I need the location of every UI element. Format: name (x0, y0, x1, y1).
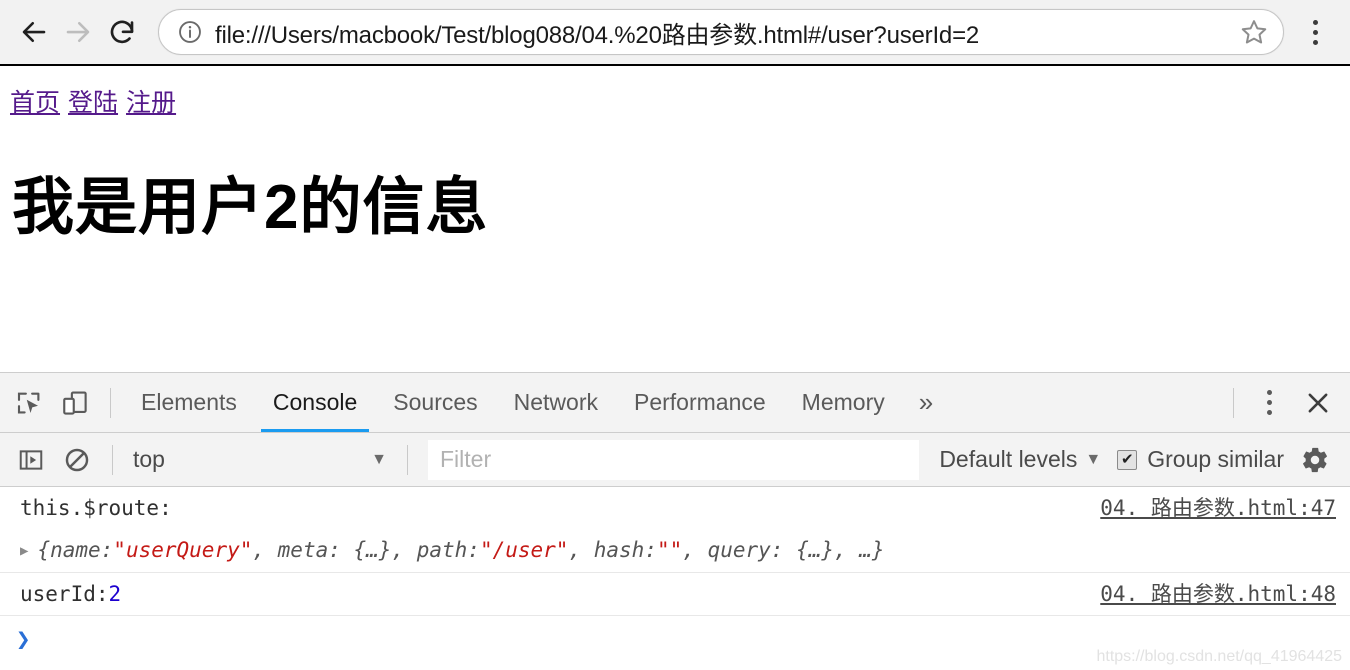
url-text[interactable]: file:///Users/macbook/Test/blog088/04.%2… (215, 15, 1229, 50)
log-levels-dropdown[interactable]: Default levels ▼ (927, 446, 1113, 473)
toolbar-divider (407, 444, 408, 475)
tab-console[interactable]: Console (255, 374, 375, 432)
expand-triangle-icon[interactable]: ▶ (20, 541, 28, 561)
object-part: , hash: (568, 538, 657, 563)
address-bar[interactable]: file:///Users/macbook/Test/blog088/04.%2… (158, 9, 1284, 55)
console-message-list[interactable]: this.$route: 04. 路由参数.html:47 ▶ {name: "… (0, 487, 1350, 670)
filter-input[interactable] (428, 439, 920, 480)
nav-link-login[interactable]: 登陆 (68, 89, 118, 117)
page-title: 我是用户2的信息 (12, 173, 489, 242)
toolbar-divider (112, 444, 113, 475)
forward-button (56, 10, 100, 54)
device-toolbar-icon[interactable] (52, 380, 98, 426)
object-part: "/user" (479, 538, 569, 563)
tab-label: Network (513, 389, 598, 415)
source-link[interactable]: 04. 路由参数.html:48 (1100, 579, 1336, 609)
reload-button[interactable] (100, 10, 144, 54)
group-similar-checkbox[interactable]: ✔ (1117, 449, 1138, 470)
console-toolbar: top ▼ Default levels ▼ ✔ Group similar (0, 433, 1350, 487)
tab-performance[interactable]: Performance (616, 374, 784, 432)
console-message-group: userId: 2 04. 路由参数.html:48 (0, 573, 1350, 617)
tab-memory[interactable]: Memory (784, 374, 903, 432)
message-text: this.$route: (20, 493, 1084, 523)
page-viewport: 首页 登陆 注册 我是用户2的信息 (0, 66, 1350, 372)
levels-label: Default levels (939, 446, 1078, 472)
group-similar-toggle[interactable]: ✔ Group similar (1113, 446, 1288, 473)
devtools-menu-button[interactable] (1246, 380, 1292, 426)
prompt-chevron-icon: ❯ (16, 625, 31, 654)
object-part: "userQuery" (113, 538, 253, 563)
star-icon[interactable] (1239, 17, 1269, 47)
clear-console-icon[interactable] (54, 437, 100, 483)
console-userid-row[interactable]: userId: 2 04. 路由参数.html:48 (0, 573, 1350, 615)
console-object-row[interactable]: ▶ {name: "userQuery", meta: {…}, path: "… (0, 529, 1350, 571)
tab-elements[interactable]: Elements (123, 374, 255, 432)
kebab-dot (1266, 410, 1272, 415)
execution-context-dropdown[interactable]: top ▼ (125, 440, 395, 480)
route-label: this.$route: (20, 496, 172, 520)
tab-label: Memory (801, 389, 885, 415)
kebab-dot (1312, 39, 1318, 45)
kebab-dot (1312, 29, 1318, 35)
chevron-down-icon: ▼ (371, 450, 387, 468)
object-part: "" (656, 538, 683, 563)
tab-label: Performance (634, 389, 766, 415)
object-part: , query: {…}, …} (682, 538, 885, 563)
userid-value: 2 (108, 581, 122, 606)
tab-sources[interactable]: Sources (375, 374, 495, 432)
console-message-group: this.$route: 04. 路由参数.html:47 ▶ {name: "… (0, 487, 1350, 573)
toolbar-divider (1233, 387, 1234, 418)
kebab-dot (1266, 400, 1272, 405)
watermark-text: https://blog.csdn.net/qq_41964425 (1096, 648, 1342, 665)
context-label: top (133, 446, 165, 472)
devtools-tabbar: Elements Console Sources Network Perform… (0, 373, 1350, 433)
group-similar-label: Group similar (1147, 446, 1284, 472)
gear-icon[interactable] (1288, 445, 1342, 475)
object-preview[interactable]: ▶ {name: "userQuery", meta: {…}, path: "… (20, 535, 1336, 565)
object-part: , meta: {…}, path: (252, 538, 480, 563)
userid-label: userId: (20, 581, 109, 606)
page-nav-links: 首页 登陆 注册 (10, 88, 1340, 118)
message-text: userId: 2 (20, 579, 1084, 609)
info-circle-icon[interactable] (177, 19, 203, 45)
browser-menu-button[interactable] (1292, 9, 1338, 55)
tab-label: Console (272, 389, 358, 415)
kebab-dot (1312, 19, 1318, 25)
tab-label: Sources (393, 389, 478, 415)
tab-label: Elements (141, 389, 237, 415)
toolbar-divider (110, 387, 111, 418)
kebab-dot (1266, 390, 1272, 395)
close-icon[interactable] (1292, 380, 1344, 426)
object-part: {name: (37, 538, 114, 563)
more-tabs-button[interactable]: » (903, 374, 949, 432)
console-message-label-row[interactable]: this.$route: 04. 路由参数.html:47 (0, 487, 1350, 529)
tab-network[interactable]: Network (496, 374, 616, 432)
nav-link-register[interactable]: 注册 (126, 89, 176, 117)
devtools-panel: Elements Console Sources Network Perform… (0, 372, 1350, 670)
inspect-element-icon[interactable] (6, 380, 52, 426)
chevron-down-icon: ▼ (1085, 450, 1102, 468)
source-link[interactable]: 04. 路由参数.html:47 (1100, 493, 1336, 523)
nav-link-home[interactable]: 首页 (10, 89, 60, 117)
show-console-sidebar-icon[interactable] (8, 437, 54, 483)
browser-toolbar: file:///Users/macbook/Test/blog088/04.%2… (0, 0, 1350, 66)
back-button[interactable] (12, 10, 56, 54)
